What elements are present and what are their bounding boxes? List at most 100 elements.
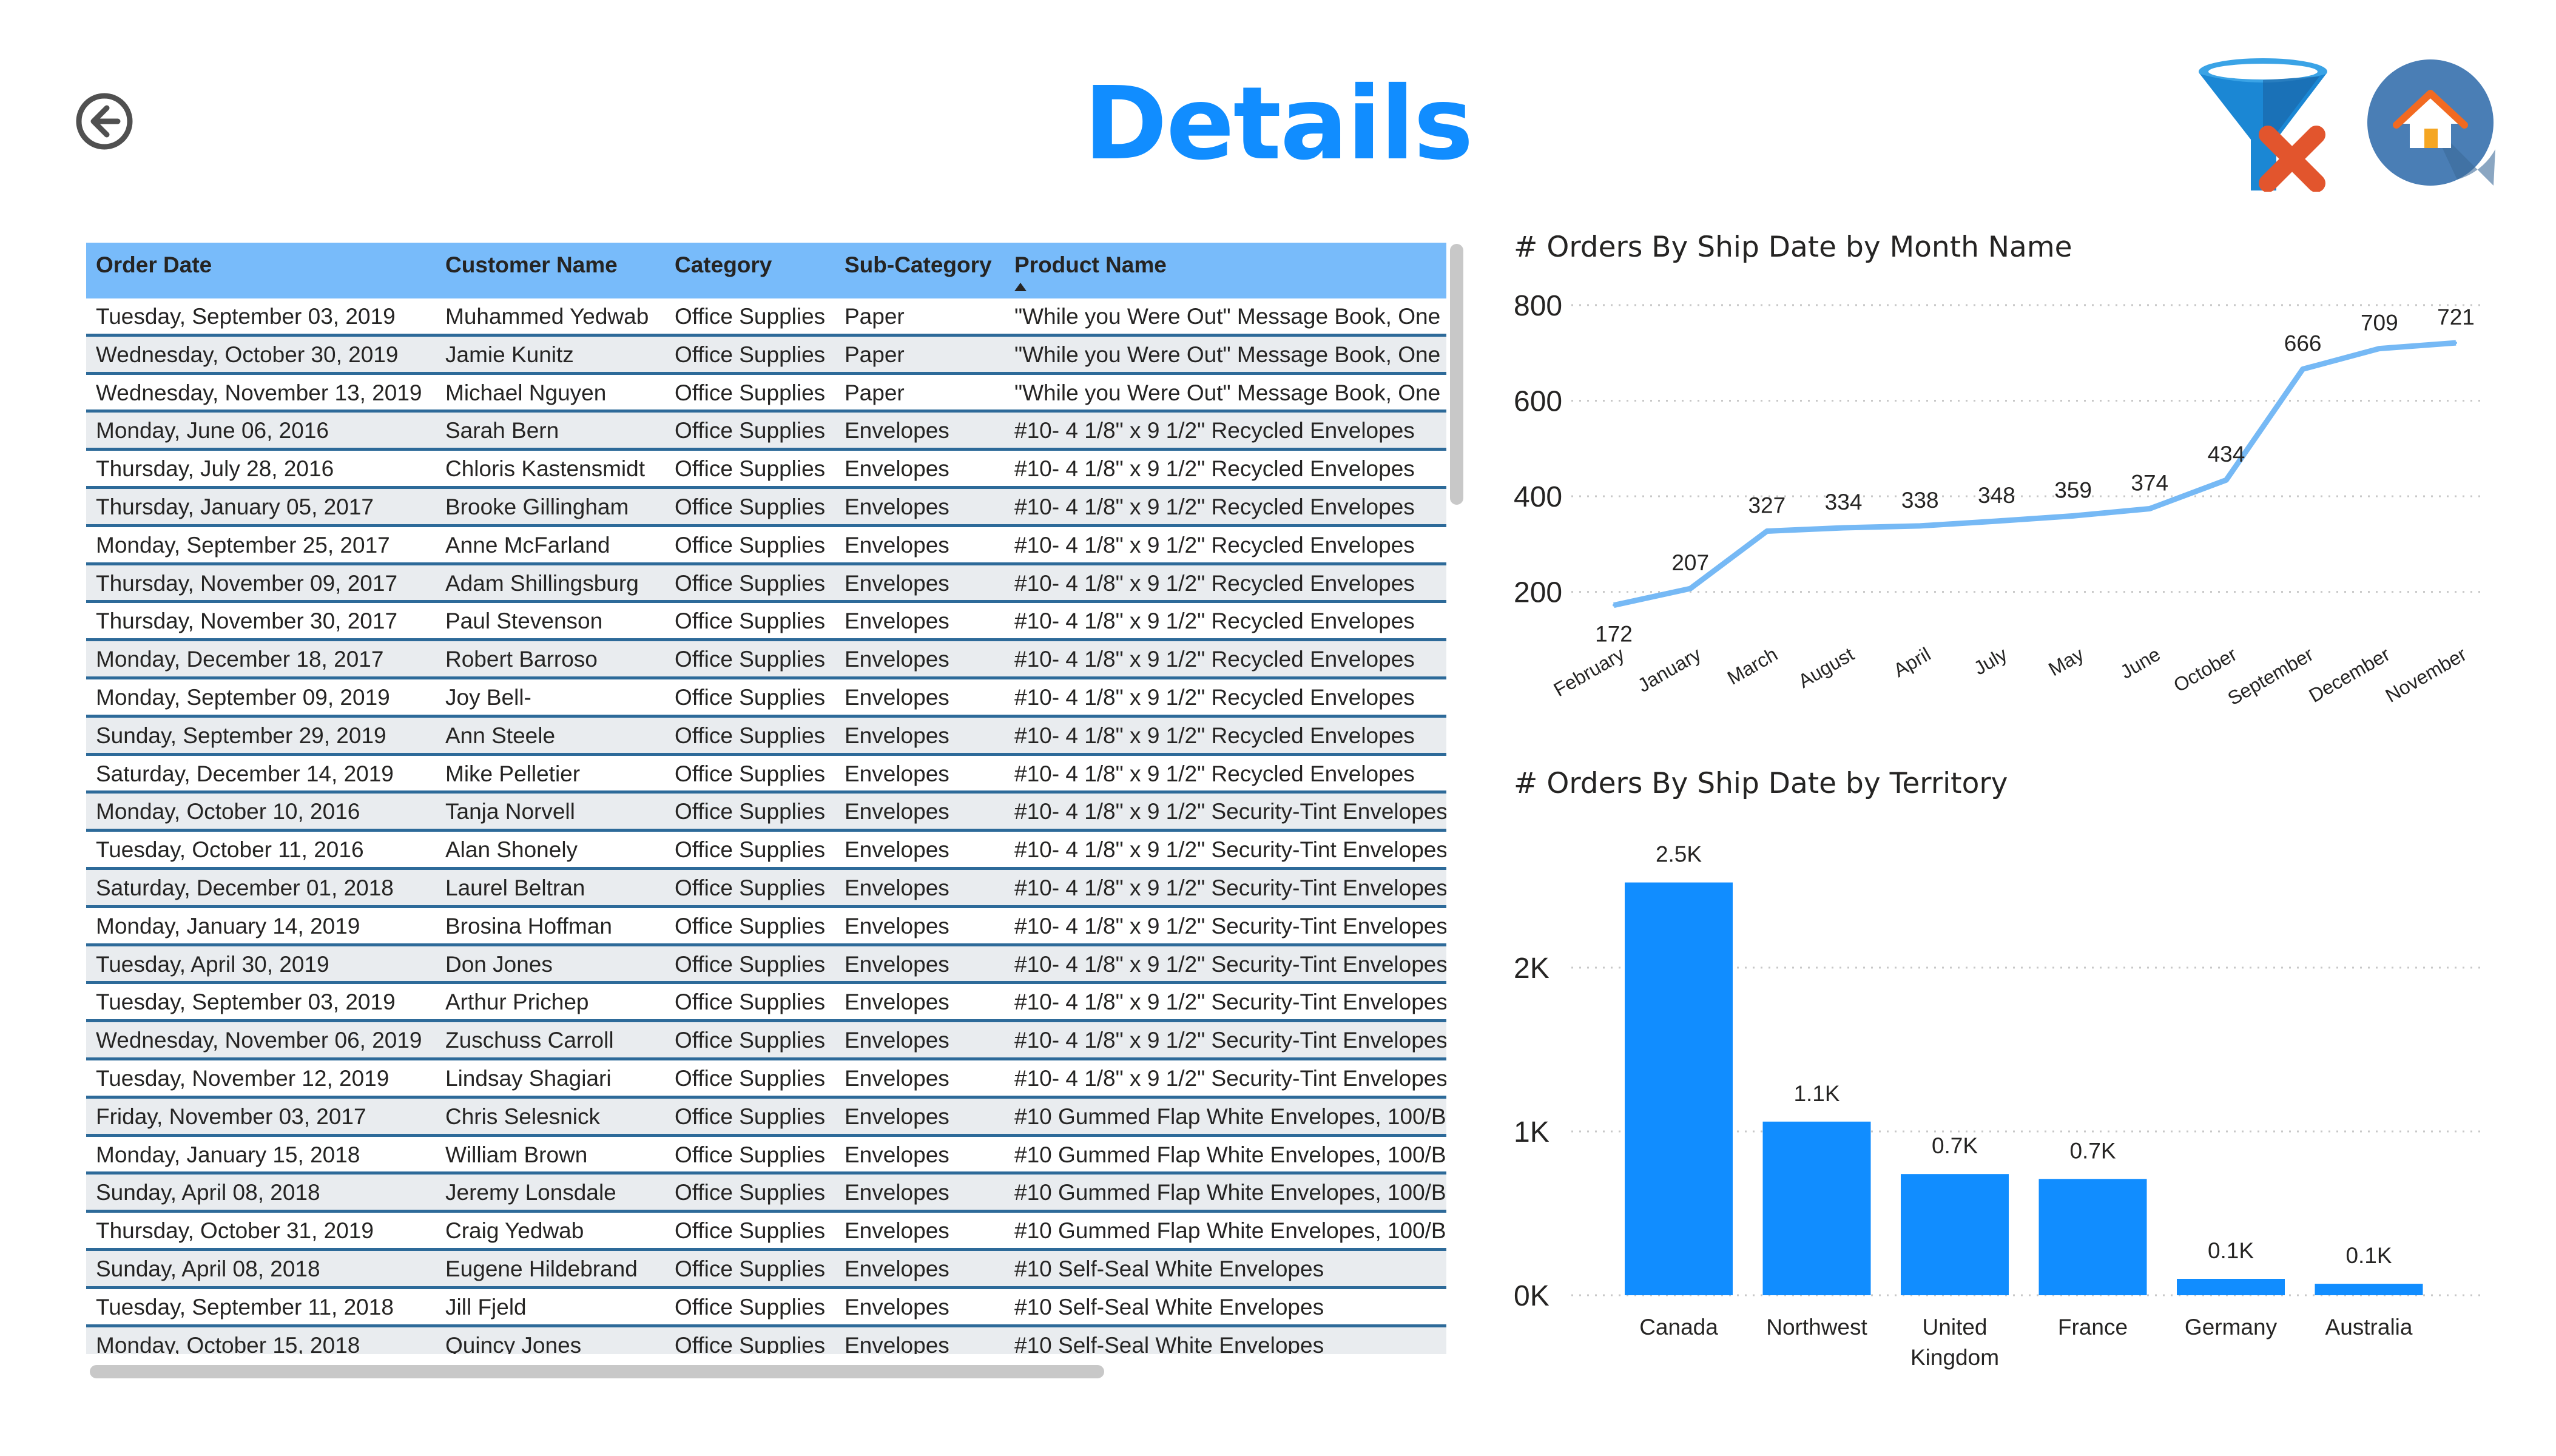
home-button[interactable] (2366, 58, 2495, 187)
table-cell: Brosina Hoffman (445, 913, 612, 939)
table-cell: Muhammed Yedwab (445, 304, 649, 329)
table-cell: Laurel Beltran (445, 875, 585, 900)
table-cell: Envelopes (845, 1142, 949, 1167)
table-cell: Brooke Gillingham (445, 494, 629, 519)
table-cell: #10- 4 1/8" x 9 1/2" Security-Tint Envel… (1014, 875, 1446, 900)
table-cell: "While you Were Out" Message Book, One (1014, 342, 1441, 367)
table-cell: Office Supplies (675, 1218, 826, 1244)
table-cell: Monday, September 09, 2019 (96, 685, 390, 710)
table-row[interactable]: Thursday, July 28, 2016 Chloris Kastensmi… (86, 451, 1446, 489)
bar[interactable] (1762, 1121, 1871, 1295)
table-cell: Envelopes (845, 532, 949, 558)
table-cell: Office Supplies (675, 951, 826, 977)
table-row[interactable]: Sunday, April 08, 2018 Jeremy Lonsdale Off… (86, 1175, 1446, 1213)
table-cell: Tuesday, November 12, 2019 (96, 1066, 389, 1091)
filter-clear-icon (2199, 58, 2327, 192)
table-row[interactable]: Tuesday, November 12, 2019 Lindsay Shagia… (86, 1060, 1446, 1099)
table-cell: Office Supplies (675, 570, 826, 596)
table-row[interactable]: Saturday, December 14, 2019 Mike Pelletie… (86, 756, 1446, 794)
table-cell: Envelopes (845, 1218, 949, 1244)
table-cell: Sunday, April 08, 2018 (96, 1180, 320, 1205)
table-row[interactable]: Monday, October 15, 2018 Quincy Jones Offi… (86, 1327, 1446, 1354)
data-label: 0.7K (1932, 1133, 1978, 1158)
x-tick-label: November (2382, 643, 2470, 707)
vertical-scrollbar[interactable] (1450, 244, 1463, 505)
table-row[interactable]: Saturday, December 01, 2018 Laurel Beltra… (86, 870, 1446, 908)
data-label: 172 (1595, 622, 1633, 647)
table-row[interactable]: Thursday, November 30, 2017 Paul Stevenso… (86, 603, 1446, 642)
table-cell: #10- 4 1/8" x 9 1/2" Security-Tint Envel… (1014, 1066, 1446, 1091)
table-cell: #10- 4 1/8" x 9 1/2" Security-Tint Envel… (1014, 1028, 1446, 1053)
line-point (1689, 587, 1692, 590)
table-cell: Envelopes (845, 1332, 949, 1354)
table-row[interactable]: Sunday, September 29, 2019 Ann Steele Offi… (86, 717, 1446, 756)
table-row[interactable]: Tuesday, September 11, 2018 Jill Fjeld Off… (86, 1289, 1446, 1327)
table-cell: Jamie Kunitz (445, 342, 574, 367)
column-header-sub-category[interactable]: Sub-Category (845, 243, 992, 298)
table-cell: Chloris Kastensmidt (445, 456, 646, 482)
table-row[interactable]: Thursday, November 09, 2017 Adam Shilling… (86, 565, 1446, 604)
table-row[interactable]: Monday, January 14, 2019 Brosina Hoffman O… (86, 908, 1446, 946)
table-cell: Envelopes (845, 951, 949, 977)
table-cell: Tanja Norvell (445, 799, 575, 824)
table-row[interactable]: Monday, June 06, 2016 Sarah Bern Office Su… (86, 413, 1446, 451)
column-header-category[interactable]: Category (675, 243, 772, 298)
column-header-product-name[interactable]: Product Name (1014, 243, 1167, 298)
table-row[interactable]: Tuesday, October 11, 2016 Alan Shonely Off… (86, 832, 1446, 870)
y-tick-label: 600 (1514, 385, 1562, 417)
data-label: 338 (1901, 488, 1939, 513)
table-cell: Envelopes (845, 456, 949, 482)
page-title: Details (1084, 66, 1473, 183)
table-row[interactable]: Monday, September 09, 2019 Joy Bell- Offic… (86, 679, 1446, 718)
x-tick-label: Northwest (1766, 1315, 1867, 1340)
table-row[interactable]: Monday, September 25, 2017 Anne McFarland… (86, 527, 1446, 565)
table-cell: Lindsay Shagiari (445, 1066, 612, 1091)
table-row[interactable]: Tuesday, September 03, 2019 Arthur Priche… (86, 984, 1446, 1023)
data-label: 0.1K (2208, 1238, 2254, 1263)
table-row[interactable]: Wednesday, November 06, 2019 Zuschuss Car… (86, 1022, 1446, 1060)
table-cell: Envelopes (845, 1066, 949, 1091)
table-cell: Paul Stevenson (445, 608, 603, 634)
column-header-order-date[interactable]: Order Date (96, 243, 212, 298)
bar[interactable] (2315, 1284, 2423, 1295)
data-label: 0.7K (2069, 1138, 2116, 1163)
table-cell: Envelopes (845, 1104, 949, 1129)
table-cell: Tuesday, September 11, 2018 (96, 1294, 394, 1320)
table-cell: Friday, November 03, 2017 (96, 1104, 366, 1129)
x-tick-label: January (1634, 643, 1705, 696)
table-cell: #10- 4 1/8" x 9 1/2" Security-Tint Envel… (1014, 837, 1446, 863)
bar[interactable] (1625, 882, 1733, 1295)
table-row[interactable]: Thursday, January 05, 2017 Brooke Gilling… (86, 489, 1446, 527)
table-row[interactable]: Tuesday, April 30, 2019 Don Jones Office S… (86, 946, 1446, 985)
table-cell: #10- 4 1/8" x 9 1/2" Recycled Envelopes (1014, 761, 1415, 786)
clear-filters-button[interactable] (2195, 56, 2339, 192)
data-label: 327 (1748, 493, 1785, 518)
table-row[interactable]: Sunday, April 08, 2018 Eugene Hildebrand O… (86, 1251, 1446, 1289)
table-cell: #10 Gummed Flap White Envelopes, 100/Bo (1014, 1104, 1446, 1129)
table-row[interactable]: Wednesday, October 30, 2019 Jamie Kunitz O… (86, 336, 1446, 375)
table-cell: Envelopes (845, 761, 949, 786)
table-row[interactable]: Wednesday, November 13, 2019 Michael Nguy… (86, 375, 1446, 413)
line-point (1613, 604, 1615, 607)
table-cell: "While you Were Out" Message Book, One (1014, 304, 1441, 329)
data-label: 434 (2208, 442, 2245, 467)
table-cell: Ann Steele (445, 723, 556, 748)
table-cell: Paper (845, 342, 905, 367)
table-row[interactable]: Monday, October 10, 2016 Tanja Norvell Off… (86, 794, 1446, 832)
table-row[interactable]: Tuesday, September 03, 2019 Muhammed Yedw… (86, 298, 1446, 337)
bar[interactable] (1901, 1174, 2009, 1295)
horizontal-scrollbar[interactable] (90, 1365, 1104, 1378)
table-cell: Sunday, April 08, 2018 (96, 1256, 320, 1281)
table-cell: #10 Self-Seal White Envelopes (1014, 1332, 1324, 1354)
table-row[interactable]: Monday, January 15, 2018 William Brown Off… (86, 1137, 1446, 1175)
column-header-customer-name[interactable]: Customer Name (445, 243, 618, 298)
table-cell: Robert Barroso (445, 647, 598, 672)
bar[interactable] (2038, 1179, 2147, 1295)
table-row[interactable]: Monday, December 18, 2017 Robert Barroso O… (86, 641, 1446, 679)
bar[interactable] (2177, 1279, 2285, 1295)
table-row[interactable]: Thursday, October 31, 2019 Craig Yedwab Of… (86, 1213, 1446, 1251)
table-cell: Monday, January 15, 2018 (96, 1142, 360, 1167)
table-row[interactable]: Friday, November 03, 2017 Chris Selesnick… (86, 1098, 1446, 1137)
table-cell: #10 Gummed Flap White Envelopes, 100/Bo (1014, 1180, 1446, 1205)
table-cell: Paper (845, 380, 905, 405)
